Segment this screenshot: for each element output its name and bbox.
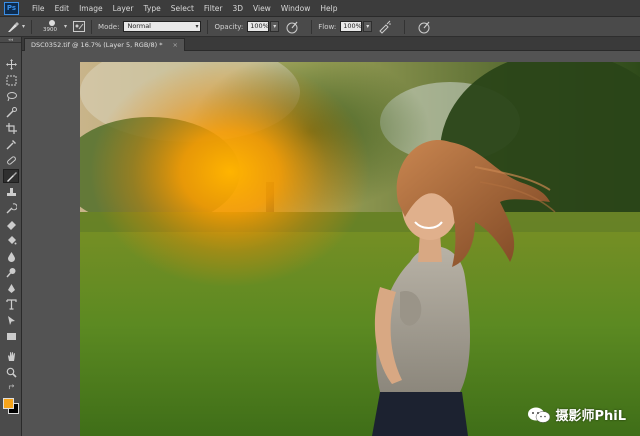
paint-bucket-tool-icon[interactable] xyxy=(3,233,19,247)
chevron-down-icon[interactable]: ▾ xyxy=(64,23,67,30)
menu-select[interactable]: Select xyxy=(166,4,199,13)
chevron-down-icon[interactable]: ▾ xyxy=(22,23,25,30)
eraser-tool-icon[interactable] xyxy=(3,217,19,231)
separator xyxy=(404,19,406,34)
menu-layer[interactable]: Layer xyxy=(108,4,139,13)
rectangle-tool-icon[interactable] xyxy=(3,329,19,343)
menu-image[interactable]: Image xyxy=(74,4,108,13)
pressure-size-icon[interactable] xyxy=(417,20,431,34)
document-tab-bar: DSC0352.tif @ 16.7% (Layer 5, RGB/8) * × xyxy=(22,37,640,51)
lasso-tool-icon[interactable] xyxy=(3,89,19,103)
airbrush-icon[interactable] xyxy=(378,20,392,34)
photoshop-logo: Ps xyxy=(4,1,19,15)
brush-tip-icon xyxy=(49,19,56,26)
pen-tool-icon[interactable] xyxy=(3,281,19,295)
flow-dropdown-button[interactable]: ▾ xyxy=(363,21,373,32)
menu-view[interactable]: View xyxy=(248,4,276,13)
mode-label: Mode: xyxy=(98,22,120,31)
swap-colors-icon[interactable] xyxy=(3,383,19,391)
zoom-tool-icon[interactable] xyxy=(3,365,19,379)
history-brush-tool-icon[interactable] xyxy=(3,201,19,215)
brush-panel-toggle-icon[interactable] xyxy=(73,21,86,32)
canvas-area: 摄影师PhiL xyxy=(22,51,640,436)
marquee-tool-icon[interactable] xyxy=(3,73,19,87)
menu-3d[interactable]: 3D xyxy=(227,4,248,13)
opacity-input[interactable]: 100% xyxy=(247,21,270,32)
brush-size-value: 3900 xyxy=(43,26,58,33)
flow-label: Flow: xyxy=(318,22,337,31)
path-selection-tool-icon[interactable] xyxy=(3,313,19,327)
wechat-icon xyxy=(528,407,551,423)
watermark: 摄影师PhiL xyxy=(527,405,626,424)
menu-edit[interactable]: Edit xyxy=(50,4,75,13)
flow-input[interactable]: 100% xyxy=(340,21,363,32)
quick-selection-tool-icon[interactable] xyxy=(3,105,19,119)
separator xyxy=(207,19,209,34)
healing-brush-tool-icon[interactable] xyxy=(3,153,19,167)
dodge-tool-icon[interactable] xyxy=(3,265,19,279)
menu-bar: Ps File Edit Image Layer Type Select Fil… xyxy=(0,0,640,17)
brush-tool-icon[interactable] xyxy=(3,169,19,183)
separator xyxy=(91,19,93,34)
close-icon[interactable]: × xyxy=(173,41,178,49)
move-tool-icon[interactable] xyxy=(3,57,19,71)
opacity-dropdown-button[interactable]: ▾ xyxy=(270,21,280,32)
separator xyxy=(31,19,33,34)
panel-grip[interactable]: ◂◂ xyxy=(0,37,21,43)
chevron-down-icon: ▾ xyxy=(195,23,199,30)
hand-tool-icon[interactable] xyxy=(3,349,19,363)
menu-help[interactable]: Help xyxy=(315,4,342,13)
foreground-color-swatch[interactable] xyxy=(3,398,14,409)
document-tab[interactable]: DSC0352.tif @ 16.7% (Layer 5, RGB/8) * × xyxy=(24,38,185,51)
options-bar: ▾ 3900 ▾ Mode: Normal ▾ Opacity: 100% ▾ … xyxy=(0,17,640,37)
opacity-label: Opacity: xyxy=(214,22,244,31)
type-tool-icon[interactable] xyxy=(3,297,19,311)
watermark-text: 摄影师PhiL xyxy=(555,409,626,424)
menu-filter[interactable]: Filter xyxy=(199,4,228,13)
photo-image xyxy=(80,62,640,436)
blur-tool-icon[interactable] xyxy=(3,249,19,263)
eyedropper-tool-icon[interactable] xyxy=(3,137,19,151)
brush-tool-preset-icon[interactable] xyxy=(6,21,20,33)
mode-value: Normal xyxy=(127,22,151,30)
document-canvas[interactable]: 摄影师PhiL xyxy=(80,62,640,436)
pressure-opacity-icon[interactable] xyxy=(285,20,299,34)
brush-size-picker[interactable]: 3900 xyxy=(42,19,62,35)
crop-tool-icon[interactable] xyxy=(3,121,19,135)
menu-file[interactable]: File xyxy=(27,4,50,13)
separator xyxy=(311,19,313,34)
document-tab-title: DSC0352.tif @ 16.7% (Layer 5, RGB/8) * xyxy=(31,41,163,49)
clone-stamp-tool-icon[interactable] xyxy=(3,185,19,199)
menu-window[interactable]: Window xyxy=(276,4,316,13)
mode-select[interactable]: Normal ▾ xyxy=(123,21,202,32)
tools-panel: ◂◂ xyxy=(0,37,22,436)
menu-type[interactable]: Type xyxy=(139,4,166,13)
